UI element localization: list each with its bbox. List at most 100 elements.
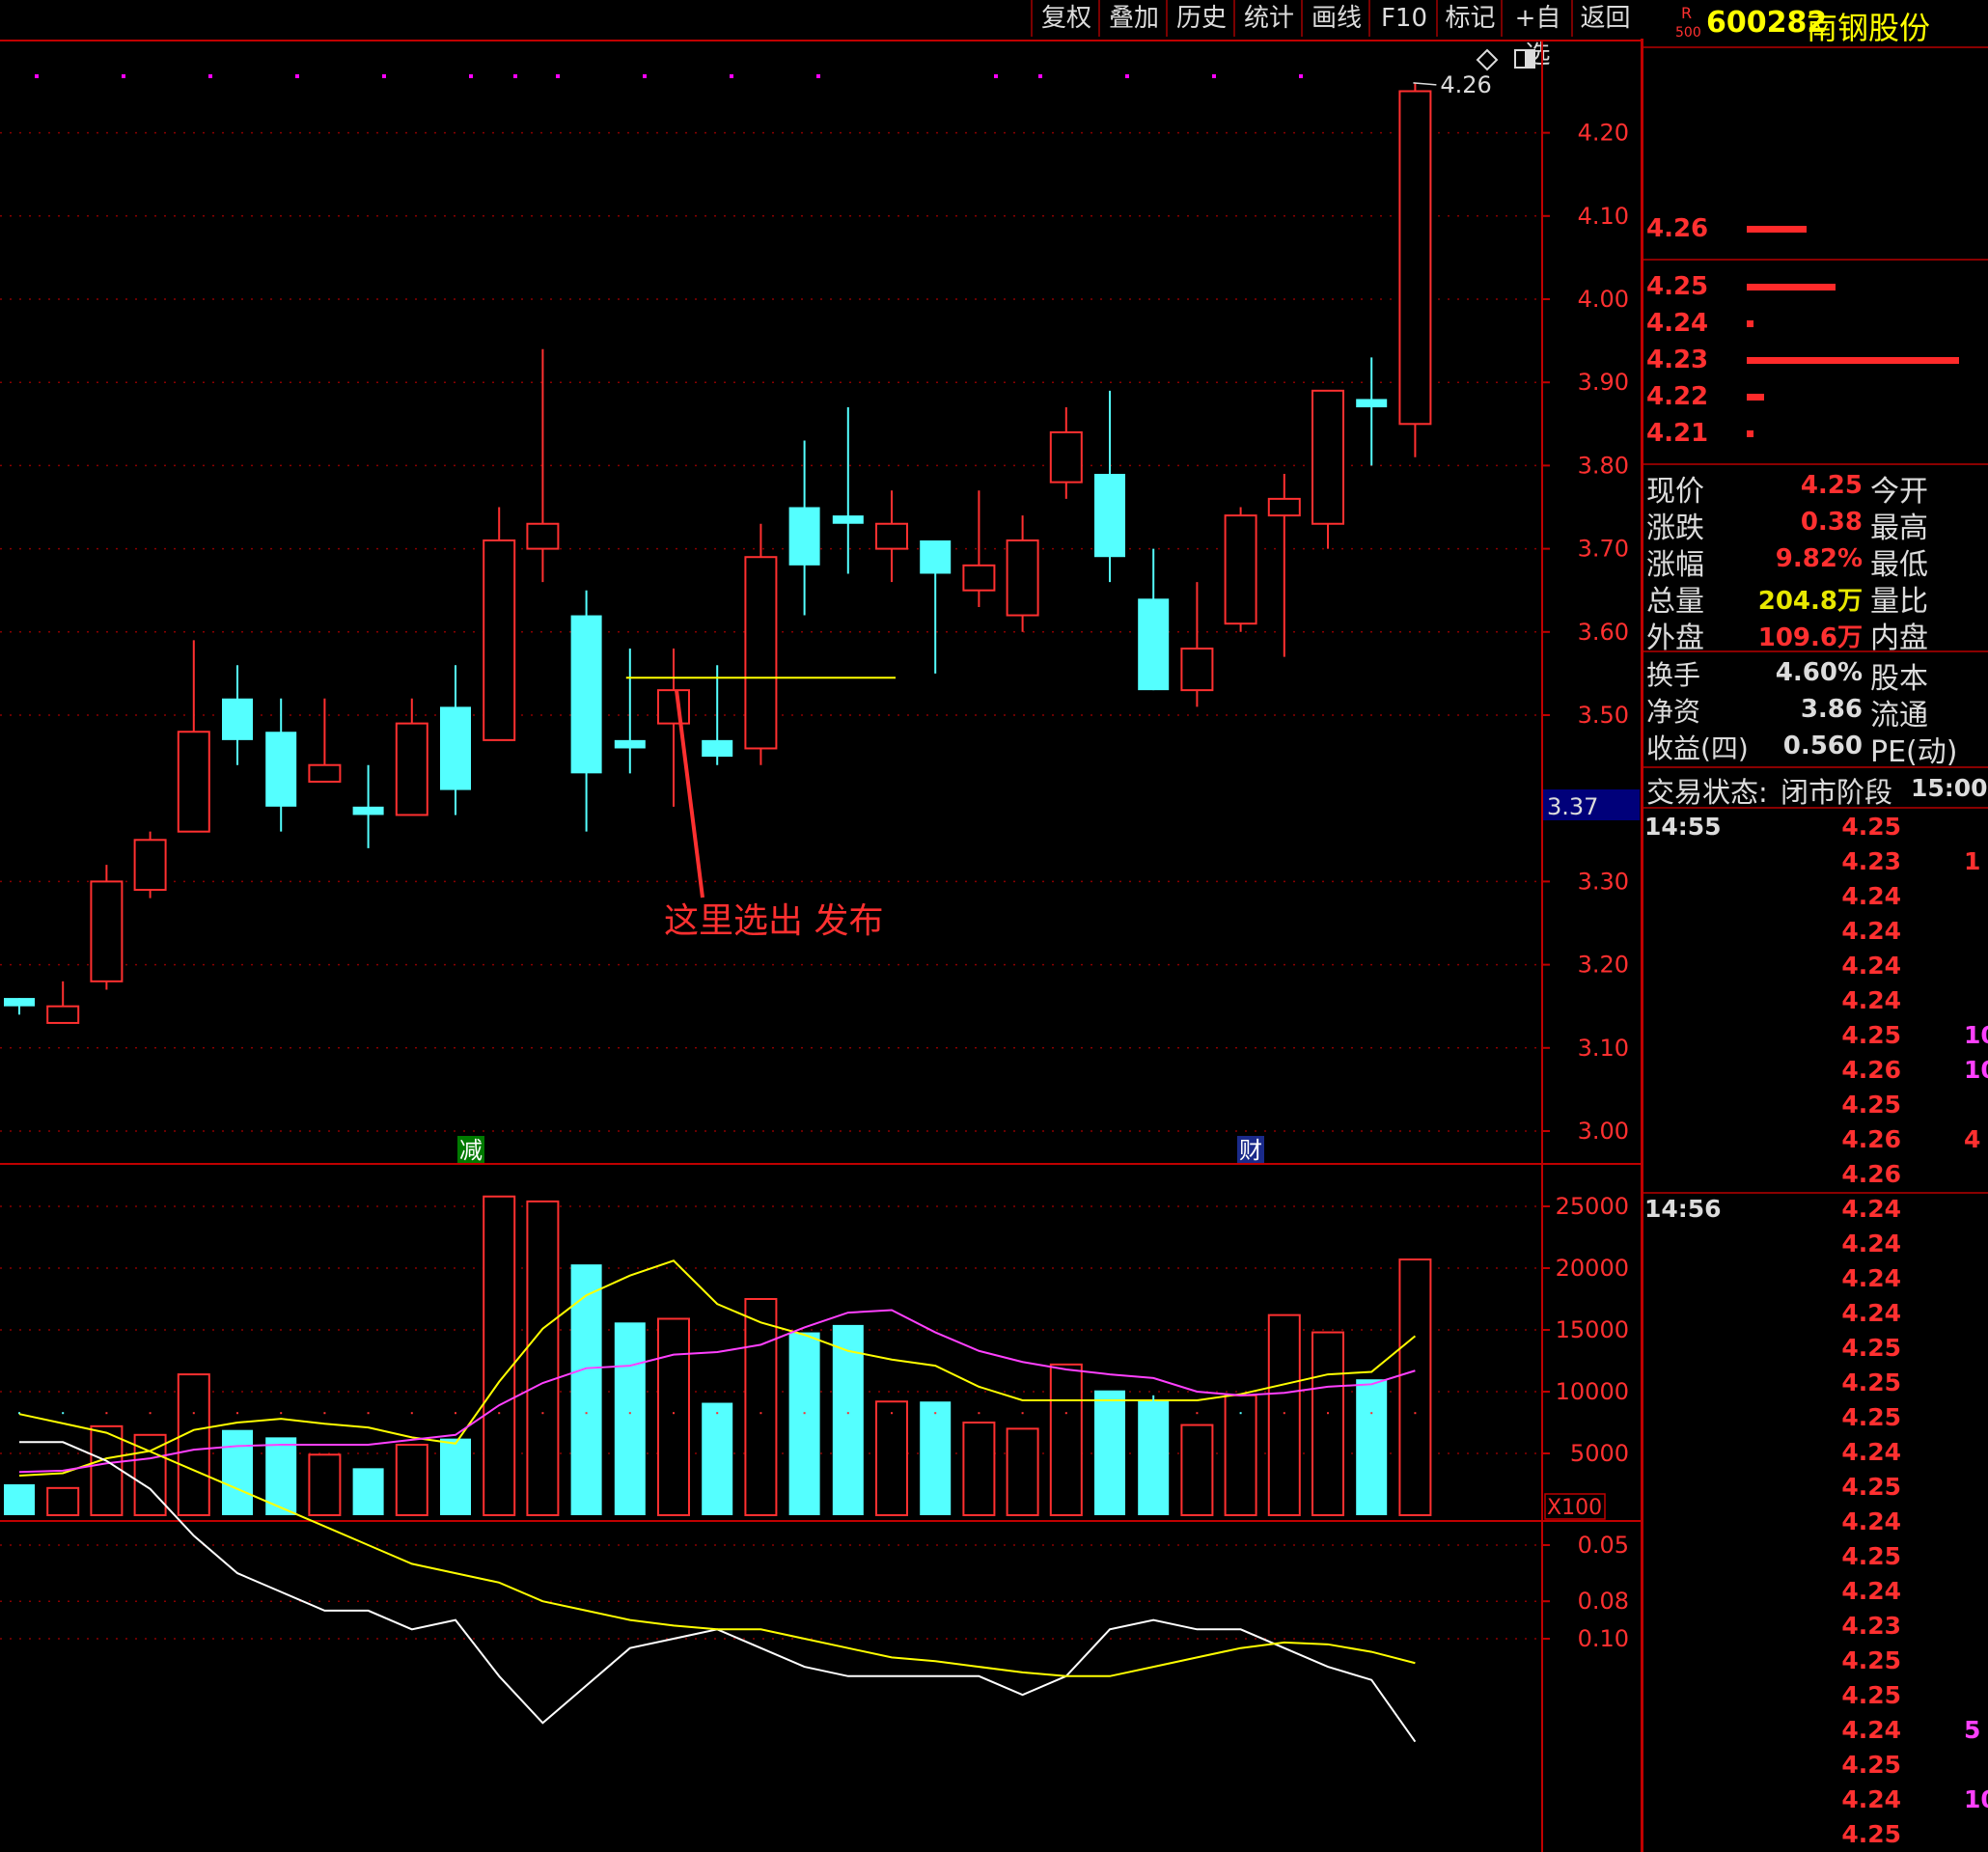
bid-volume-bar: [1747, 430, 1753, 437]
current-price-tag: 3.37: [1547, 793, 1598, 820]
tick-price: 4.24: [1841, 1299, 1901, 1327]
ticks-separator: [1643, 807, 1988, 809]
price-tick-label: 4.00: [1578, 286, 1629, 313]
tick-volume: 10: [1964, 1785, 1988, 1813]
magenta-dot: [1299, 74, 1303, 78]
tick-price: 4.25: [1841, 1820, 1901, 1848]
quote-value: 0.38: [1800, 508, 1863, 537]
tick-price: 4.26: [1841, 1160, 1901, 1188]
candle-body-down: [788, 507, 820, 566]
orderbook-separator: [1643, 259, 1988, 261]
volume-unit-label: X100: [1547, 1496, 1602, 1520]
diamond-icon[interactable]: [1476, 48, 1499, 71]
tick-time: 14:55: [1644, 813, 1722, 841]
tick-price: 4.25: [1841, 1091, 1901, 1119]
title-separator: [1643, 46, 1988, 48]
tick-price: 4.25: [1841, 813, 1901, 841]
candle-body-up: [1006, 539, 1039, 617]
price-tick-label: 3.20: [1578, 952, 1629, 979]
ask-volume-bar: [1747, 226, 1807, 233]
tick-price: 4.24: [1841, 1507, 1901, 1535]
quote-value: 109.6万: [1757, 623, 1863, 652]
bid-volume-bar: [1747, 394, 1764, 401]
volume-bar-down: [352, 1468, 384, 1515]
candle-body-up: [1224, 514, 1257, 625]
candle-body-up: [133, 839, 167, 892]
candle-body-down: [920, 539, 952, 574]
volume-bar-down: [788, 1332, 820, 1515]
high-label-pointer: [1413, 82, 1437, 86]
fundamentals-separator: [1643, 650, 1988, 652]
tick-price: 4.26: [1841, 1056, 1901, 1084]
volume-bar-up: [962, 1422, 996, 1516]
fundamental-label-secondary: PE(动): [1870, 735, 1958, 769]
candle-body-down: [570, 615, 602, 774]
candle-body-up: [744, 556, 778, 750]
tick-price: 4.25: [1841, 1751, 1901, 1779]
volume-bar-up: [483, 1195, 516, 1516]
tick-volume: 5: [1964, 1716, 1981, 1744]
volume-bar-down: [222, 1429, 253, 1515]
price-tick-label: 3.70: [1578, 536, 1629, 563]
indicator-tick-label: 0.05: [1578, 1532, 1629, 1559]
price-tick-label: 3.50: [1578, 702, 1629, 729]
stock-badge-top: R: [1681, 4, 1693, 22]
volume-tick-label: 20000: [1556, 1255, 1629, 1282]
volume-tick-label: 5000: [1570, 1440, 1629, 1467]
magenta-dot: [469, 74, 473, 78]
volume-bar-up: [90, 1424, 124, 1516]
marker-jian: 减: [459, 1137, 483, 1164]
bid-price: 4.22: [1646, 382, 1709, 411]
volume-tick-label: 15000: [1556, 1316, 1629, 1343]
price-tick-label: 3.00: [1578, 1118, 1629, 1145]
quote-value: 4.25: [1800, 471, 1863, 500]
tick-price: 4.25: [1841, 1021, 1901, 1049]
magenta-dot: [513, 74, 517, 78]
price-tick-label: 3.90: [1578, 369, 1629, 396]
tick-price: 4.25: [1841, 1646, 1901, 1674]
volume-bar-up: [177, 1373, 210, 1516]
fundamental-value: 4.60%: [1775, 658, 1863, 687]
magenta-dot: [382, 74, 386, 78]
tick-block-separator: [1643, 1192, 1988, 1194]
magenta-dot: [1212, 74, 1216, 78]
kline-chart[interactable]: 4.20 4.10 4.00 3.90 3.80 3.70 3.60 3.50 3.30 3.20…: [0, 0, 1641, 1852]
candle-body-up: [46, 1005, 80, 1024]
candle-body-down: [1094, 474, 1125, 558]
magenta-dot: [643, 74, 647, 78]
candle-body-down: [4, 998, 35, 1007]
tick-price: 4.25: [1841, 1681, 1901, 1709]
tick-volume: 10: [1964, 1021, 1988, 1049]
candle-body-down: [1356, 399, 1388, 408]
tick-price: 4.24: [1841, 882, 1901, 910]
candle-body-down: [832, 515, 864, 524]
magenta-dot: [994, 74, 998, 78]
candle-body-up: [1312, 389, 1344, 525]
volume-bar-up: [46, 1486, 80, 1516]
tick-price: 4.25: [1841, 1368, 1901, 1396]
quote-value: 204.8万: [1757, 587, 1863, 616]
volume-bar-down: [1094, 1390, 1125, 1515]
candle-body-up: [1267, 497, 1301, 517]
high-price-label: 4.26: [1440, 71, 1491, 98]
candle-body-down: [614, 739, 646, 749]
candle-body-up: [90, 880, 124, 982]
price-tick-label: 3.10: [1578, 1035, 1629, 1062]
volume-bar-up: [395, 1444, 428, 1517]
bid-price: 4.23: [1646, 346, 1709, 374]
candle-body-up: [1398, 90, 1432, 426]
price-tick-label: 3.30: [1578, 868, 1629, 895]
tick-volume: 4: [1964, 1125, 1981, 1153]
tick-price: 4.26: [1841, 1125, 1901, 1153]
tick-price: 4.24: [1841, 1785, 1901, 1813]
magenta-dot: [730, 74, 733, 78]
bid-price: 4.21: [1646, 419, 1709, 448]
volume-bar-down: [570, 1264, 602, 1515]
magenta-dot: [1038, 74, 1042, 78]
indicator-tick-label: 0.08: [1578, 1588, 1629, 1615]
tick-time: 14:56: [1644, 1195, 1722, 1223]
bid-volume-bar: [1747, 320, 1753, 327]
price-tick-label: 4.10: [1578, 203, 1629, 230]
candle-body-down: [440, 706, 471, 790]
volume-bar-up: [744, 1298, 778, 1516]
